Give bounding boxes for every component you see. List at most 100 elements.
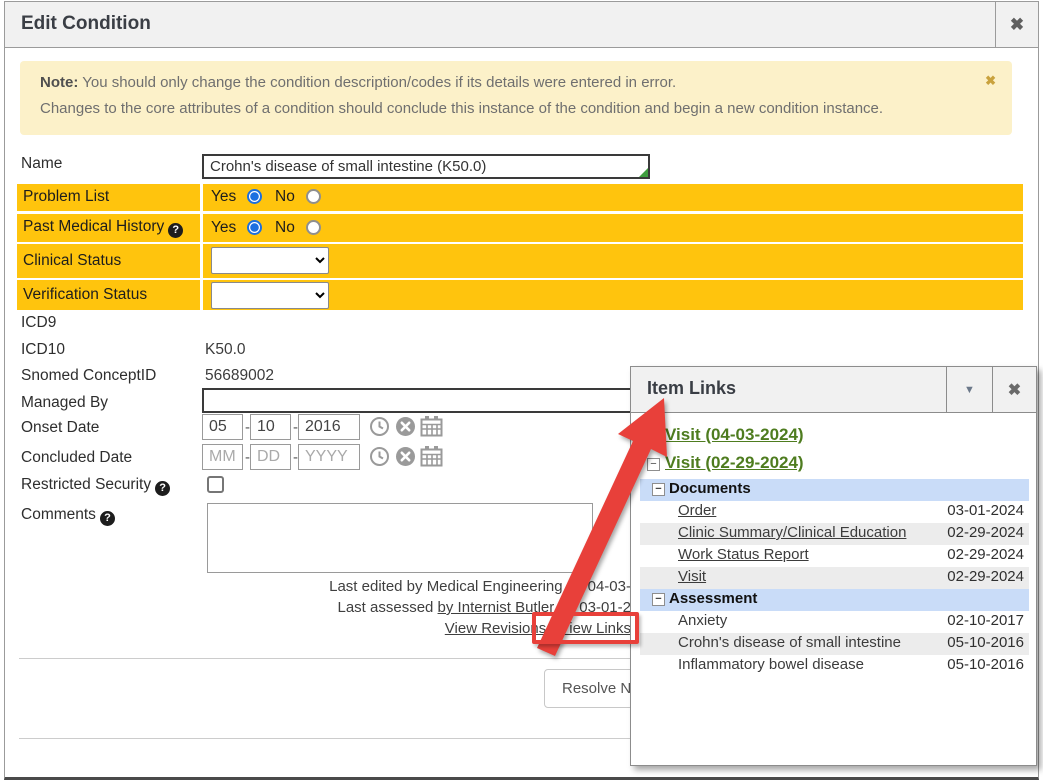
help-icon[interactable]: ? (155, 481, 170, 496)
collapse-minus-icon[interactable] (652, 593, 665, 606)
tree-section-assessment: Assessment (640, 589, 1029, 611)
tree-item-row: Clinic Summary/Clinical Education 02-29-… (640, 523, 1029, 545)
dialog-close-button[interactable]: ✖ (995, 2, 1038, 47)
last-edited-text: Last edited by Medical Engineering on 04… (155, 578, 631, 595)
close-icon: ✖ (985, 73, 996, 88)
item-links-panel: Item Links ▼ ✖ Visit (04-03-2024) Visit … (630, 366, 1037, 766)
edit-condition-dialog: Edit Condition ✖ Note: You should only c… (4, 1, 1039, 780)
problem-list-no-radio[interactable] (306, 189, 321, 204)
collapse-minus-icon[interactable] (647, 430, 660, 443)
visit-link[interactable]: Visit (02-29-2024) (665, 453, 804, 472)
item-date: 05-10-2016 (947, 634, 1024, 651)
clinical-status-controls (203, 244, 1023, 278)
collapse-minus-icon[interactable] (652, 483, 665, 496)
no-label: No (275, 219, 295, 237)
onset-now-clock-icon[interactable] (369, 416, 390, 437)
document-link[interactable]: Work Status Report (678, 546, 809, 563)
pmh-no-radio[interactable] (306, 220, 321, 235)
name-input[interactable] (202, 154, 650, 179)
no-label: No (275, 188, 295, 206)
item-links-title: Item Links (647, 378, 736, 399)
verification-status-row: Verification Status (17, 280, 1023, 310)
name-label: Name (21, 155, 62, 173)
help-icon[interactable]: ? (100, 511, 115, 526)
managed-by-label: Managed By (21, 394, 108, 412)
note-close-button[interactable]: ✖ (985, 73, 996, 89)
yes-label: Yes (211, 188, 236, 206)
note-line2: Changes to the core attributes of a cond… (40, 100, 883, 117)
item-date: 05-10-2016 (947, 656, 1024, 673)
tree-item-row: Inflammatory bowel disease 05-10-2016 (640, 655, 1029, 677)
verification-status-select[interactable] (211, 282, 329, 309)
panel-close-button[interactable]: ✖ (992, 367, 1036, 412)
close-icon: ✖ (1010, 15, 1024, 35)
assessment-item: Anxiety (678, 612, 727, 629)
onset-year-input[interactable] (298, 414, 360, 440)
collapse-minus-icon[interactable] (647, 458, 660, 471)
clinical-status-select[interactable] (211, 247, 329, 274)
concluded-clear-icon[interactable] (395, 446, 416, 467)
visit-link[interactable]: Visit (04-03-2024) (665, 425, 804, 444)
help-icon[interactable]: ? (168, 223, 183, 238)
icd9-label: ICD9 (21, 314, 56, 332)
onset-calendar-icon[interactable] (420, 415, 443, 437)
concluded-now-clock-icon[interactable] (369, 446, 390, 467)
dialog-title: Edit Condition (21, 13, 151, 35)
document-link[interactable]: Visit (678, 568, 706, 585)
note-prefix: Note: (40, 74, 78, 91)
document-link[interactable]: Order (678, 502, 716, 519)
snomed-value: 56689002 (205, 367, 274, 385)
view-revisions-link[interactable]: View Revisions (445, 620, 546, 637)
document-link[interactable]: Clinic Summary/Clinical Education (678, 524, 906, 541)
clinical-status-row: Clinical Status (17, 244, 1023, 278)
panel-collapse-button[interactable]: ▼ (946, 367, 992, 412)
note-banner: Note: You should only change the conditi… (20, 61, 1012, 135)
problem-list-yes-radio[interactable] (247, 189, 262, 204)
concluded-day-input[interactable] (250, 444, 291, 470)
item-date: 02-29-2024 (947, 568, 1024, 585)
item-date: 03-01-2024 (947, 502, 1024, 519)
item-date: 02-10-2017 (947, 612, 1024, 629)
tree-item-row: Order 03-01-2024 (640, 501, 1029, 523)
problem-list-controls: Yes No (203, 184, 1023, 211)
clinical-status-label: Clinical Status (17, 244, 200, 278)
onset-month-input[interactable] (202, 414, 243, 440)
tree-item-row: Visit 02-29-2024 (640, 567, 1029, 589)
past-medical-history-label: Past Medical History? (17, 214, 200, 242)
assessment-item: Inflammatory bowel disease (678, 656, 864, 673)
pmh-yes-radio[interactable] (247, 220, 262, 235)
view-links-highlight-box (532, 612, 639, 644)
onset-clear-icon[interactable] (395, 416, 416, 437)
tree-item-row: Work Status Report 02-29-2024 (640, 545, 1029, 567)
concluded-year-input[interactable] (298, 444, 360, 470)
concluded-calendar-icon[interactable] (420, 445, 443, 467)
item-date: 02-29-2024 (947, 524, 1024, 541)
yes-label: Yes (211, 219, 236, 237)
concluded-month-input[interactable] (202, 444, 243, 470)
tree-item-row: Crohn's disease of small intestine 05-10… (640, 633, 1029, 655)
close-icon: ✖ (1008, 380, 1021, 400)
dialog-titlebar: Edit Condition ✖ (5, 2, 1038, 48)
past-medical-history-row: Past Medical History? Yes No (17, 214, 1023, 242)
problem-list-row: Problem List Yes No (17, 184, 1023, 211)
note-line1: Note: You should only change the conditi… (40, 74, 676, 91)
assessment-item: Crohn's disease of small intestine (678, 634, 901, 651)
restricted-security-label: Restricted Security? (21, 476, 170, 496)
item-links-header: Item Links ▼ ✖ (631, 367, 1036, 413)
tree-visit-node: Visit (02-29-2024) (647, 453, 804, 481)
chevron-down-icon: ▼ (964, 384, 975, 396)
restricted-security-checkbox[interactable] (207, 476, 224, 493)
name-spellcheck-corner (639, 168, 648, 177)
tree-item-row: Anxiety 02-10-2017 (640, 611, 1029, 633)
verification-status-controls (203, 280, 1023, 310)
item-date: 02-29-2024 (947, 546, 1024, 563)
onset-day-input[interactable] (250, 414, 291, 440)
onset-date-label: Onset Date (21, 419, 99, 437)
comments-textarea[interactable] (207, 503, 593, 573)
icd10-label: ICD10 (21, 341, 65, 359)
icd10-value: K50.0 (205, 341, 246, 359)
past-medical-history-controls: Yes No (203, 214, 1023, 242)
verification-status-label: Verification Status (17, 280, 200, 310)
comments-label: Comments? (21, 506, 115, 526)
problem-list-label: Problem List (17, 184, 200, 211)
